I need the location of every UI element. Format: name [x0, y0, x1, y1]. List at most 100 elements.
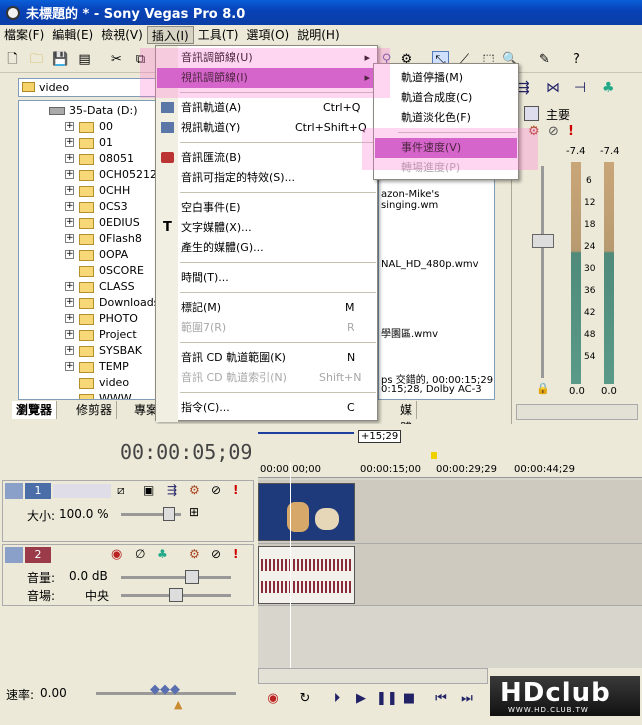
- properties-icon[interactable]: ▤: [76, 51, 93, 68]
- expand-icon[interactable]: +: [65, 250, 74, 259]
- menu-cd-track-region[interactable]: 音訊 CD 軌道範圍(K) N: [157, 348, 376, 368]
- tab-explorer[interactable]: 瀏覽器: [12, 401, 58, 419]
- no-icon[interactable]: ⊘: [548, 124, 559, 139]
- track-expand-icon[interactable]: [5, 483, 23, 499]
- no-icon[interactable]: ⊘: [211, 483, 221, 497]
- play-from-start-button[interactable]: ⏵: [328, 690, 346, 708]
- exclamation-icon[interactable]: !: [568, 124, 574, 139]
- mixer-mute-icon[interactable]: ⊣: [574, 80, 586, 96]
- pause-button[interactable]: ❚❚: [376, 690, 398, 708]
- expand-icon[interactable]: +: [65, 138, 74, 147]
- cut-icon[interactable]: ✂: [108, 51, 125, 68]
- path-combobox[interactable]: video: [18, 78, 156, 97]
- menu-text-media[interactable]: T 文字媒體(X)...: [157, 218, 376, 238]
- playhead-cursor[interactable]: [290, 462, 291, 684]
- compositing-icon[interactable]: ⧄: [117, 483, 125, 498]
- track-motion-icon[interactable]: ⊞: [189, 505, 199, 519]
- file-item[interactable]: NAL_HD_480p.wmv: [381, 259, 479, 270]
- eyedropper-icon[interactable]: ✎: [536, 51, 553, 68]
- fader-knob[interactable]: [532, 234, 554, 248]
- menu-video-track[interactable]: 視訊軌道(Y) Ctrl+Shift+Q: [157, 118, 376, 138]
- pan-slider-knob[interactable]: [169, 588, 183, 602]
- record-button[interactable]: ◉: [264, 690, 282, 708]
- save-icon[interactable]: 💾: [52, 51, 69, 68]
- gear-icon[interactable]: ⚙: [189, 547, 200, 561]
- menu-audio-track[interactable]: 音訊軌道(A) Ctrl+Q: [157, 98, 376, 118]
- go-to-start-button[interactable]: ⏮: [432, 690, 450, 708]
- mixer-fx-icon[interactable]: ♣: [602, 80, 615, 96]
- mixer-solo-icon[interactable]: [524, 106, 539, 121]
- menu-help[interactable]: 說明(H): [293, 26, 343, 44]
- expand-icon[interactable]: +: [65, 202, 74, 211]
- help-cursor-icon[interactable]: ?: [568, 51, 585, 68]
- fx-icon[interactable]: ♣: [157, 547, 168, 561]
- loop-region-bar[interactable]: [258, 432, 354, 434]
- menu-options[interactable]: 選項(O): [242, 26, 293, 44]
- tab-media-generators[interactable]: 媒體產生器: [396, 401, 418, 489]
- exclamation-icon[interactable]: !: [233, 483, 238, 497]
- menu-composite-level[interactable]: 軌道合成度(C): [375, 88, 517, 108]
- mixer-bus-icon[interactable]: ⋈: [546, 80, 560, 96]
- play-button[interactable]: ▶: [352, 690, 370, 708]
- menu-empty-event[interactable]: 空白事件(E): [157, 198, 376, 218]
- expand-icon[interactable]: +: [65, 186, 74, 195]
- lock-icon[interactable]: 🔒: [536, 382, 550, 395]
- copy-icon[interactable]: ⧉: [132, 51, 149, 68]
- menu-view[interactable]: 檢視(V): [97, 26, 147, 44]
- expand-icon[interactable]: +: [65, 314, 74, 323]
- expand-icon[interactable]: +: [65, 298, 74, 307]
- expand-icon[interactable]: +: [65, 330, 74, 339]
- audio-track-header[interactable]: 2 ◉ ∅ ♣ ⚙ ⊘ ! 音量: 0.0 dB 音場: 中央: [2, 544, 254, 606]
- menu-generated-media[interactable]: 產生的媒體(G)...: [157, 238, 376, 258]
- expand-icon[interactable]: +: [65, 122, 74, 131]
- file-item[interactable]: azon-Mike's singing.wm: [381, 189, 494, 211]
- menu-event-velocity[interactable]: 事件速度(V): [375, 138, 517, 158]
- size-slider-knob[interactable]: [163, 507, 175, 521]
- file-item[interactable]: 學園區.wmv: [381, 325, 438, 340]
- menu-edit[interactable]: 編輯(E): [48, 26, 97, 44]
- marker-icon[interactable]: [431, 452, 437, 459]
- menu-assignable-fx[interactable]: 音訊可指定的特效(S)...: [157, 168, 376, 188]
- menu-audio-envelopes[interactable]: 音訊調節線(U) ▸: [157, 48, 376, 68]
- arm-record-icon[interactable]: ◉: [111, 547, 122, 562]
- phase-icon[interactable]: ∅: [135, 547, 145, 561]
- menu-time[interactable]: 時間(T)...: [157, 268, 376, 288]
- audio-event[interactable]: [258, 546, 355, 604]
- menu-video-envelopes[interactable]: 視訊調節線(I) ▸: [157, 68, 376, 88]
- expand-icon[interactable]: +: [65, 346, 74, 355]
- menu-marker[interactable]: 標記(M) M: [157, 298, 376, 318]
- expand-icon[interactable]: +: [65, 154, 74, 163]
- gear-icon[interactable]: ⚙: [189, 483, 200, 497]
- expand-icon[interactable]: +: [65, 362, 74, 371]
- expand-icon[interactable]: +: [65, 234, 74, 243]
- menu-track-mute[interactable]: 軌道停播(M): [375, 68, 517, 88]
- timeline-scrollbar[interactable]: [258, 668, 488, 684]
- stop-button[interactable]: ■: [400, 690, 418, 708]
- mixer-scrollbar[interactable]: [516, 404, 638, 420]
- volume-slider-knob[interactable]: [185, 570, 199, 584]
- menu-file[interactable]: 檔案(F): [0, 26, 48, 44]
- rate-slider-knob[interactable]: ◆◆◆: [150, 682, 180, 697]
- tab-trimmer[interactable]: 修剪器: [72, 401, 118, 419]
- video-event[interactable]: [258, 483, 355, 541]
- new-file-icon[interactable]: 🗋: [4, 51, 21, 68]
- menu-tools[interactable]: 工具(T): [194, 26, 243, 44]
- menu-fade-color[interactable]: 軌道淡化色(F): [375, 108, 517, 128]
- expand-icon[interactable]: +: [65, 218, 74, 227]
- exclamation-icon[interactable]: !: [233, 547, 238, 561]
- expand-icon[interactable]: +: [65, 170, 74, 179]
- video-track-header[interactable]: 1 ⧄ ▣ ⇶ ⚙ ⊘ ! 大小: 100.0 % ⊞: [2, 480, 254, 542]
- menu-audio-bus[interactable]: 音訊匯流(B): [157, 148, 376, 168]
- track-name-field[interactable]: [53, 484, 111, 498]
- volume-slider[interactable]: [121, 576, 231, 579]
- track-expand-icon[interactable]: [5, 547, 23, 563]
- menu-insert[interactable]: 插入(I): [146, 26, 194, 44]
- go-to-end-button[interactable]: ⏭: [458, 690, 476, 708]
- expand-icon[interactable]: +: [65, 282, 74, 291]
- motion-icon[interactable]: ⇶: [167, 483, 177, 497]
- menu-command[interactable]: 指令(C)... C: [157, 398, 376, 418]
- open-folder-icon[interactable]: 🗀: [28, 51, 45, 68]
- mixer-props-icon[interactable]: ⇶: [518, 80, 530, 96]
- gear-icon[interactable]: ⚙: [528, 124, 540, 139]
- folder-tree[interactable]: 35-Data (D:) +00 +01 +08051 +0CH05212 +0CHH +…: [18, 100, 156, 400]
